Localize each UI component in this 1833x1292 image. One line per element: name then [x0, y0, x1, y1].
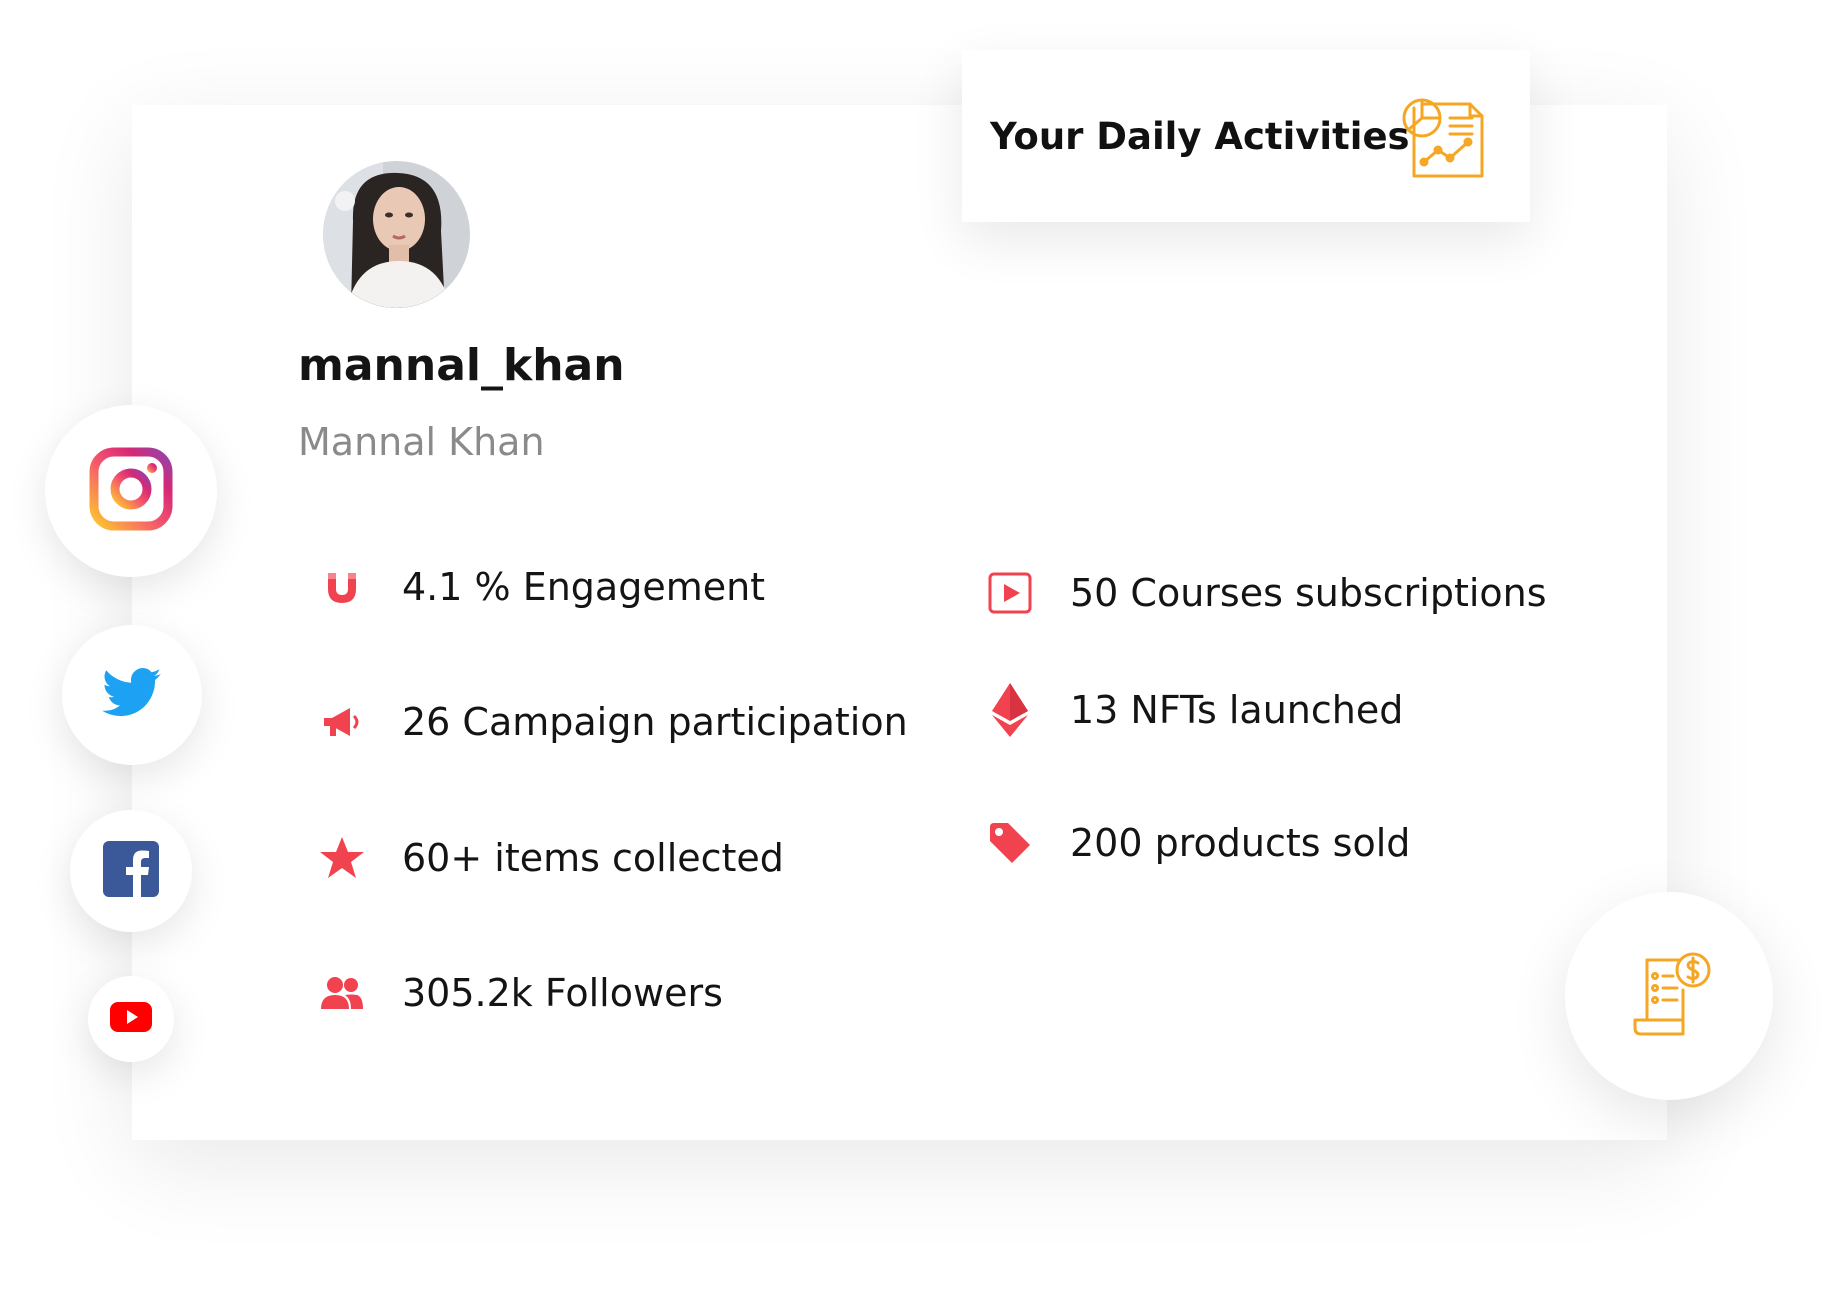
stat-engagement: 4.1 % Engagement	[314, 559, 765, 615]
facebook-button[interactable]	[70, 810, 192, 932]
daily-activities-card[interactable]: Your Daily Activities	[962, 50, 1530, 222]
report-chart-icon	[1394, 88, 1490, 184]
stat-label: 26 Campaign participation	[402, 700, 908, 744]
youtube-button[interactable]	[88, 976, 174, 1062]
stat-products: 200 products sold	[982, 815, 1410, 871]
stat-label: 50 Courses subscriptions	[1070, 571, 1547, 615]
instagram-button[interactable]	[45, 405, 217, 577]
youtube-icon	[110, 1002, 152, 1036]
stat-label: 13 NFTs launched	[1070, 688, 1404, 732]
play-icon	[982, 565, 1038, 621]
receipt-dollar-icon	[1621, 946, 1717, 1046]
tag-icon	[982, 815, 1038, 871]
megaphone-icon	[314, 694, 370, 750]
stat-label: 4.1 % Engagement	[402, 565, 766, 609]
star-icon	[314, 830, 370, 886]
stat-label: 60+ items collected	[402, 836, 784, 880]
ethereum-icon	[982, 682, 1038, 738]
full-name: Mannal Khan	[298, 420, 545, 464]
users-icon	[314, 965, 370, 1021]
stat-label: 305.2k Followers	[402, 971, 723, 1015]
avatar[interactable]	[323, 161, 470, 308]
stat-items: 60+ items collected	[314, 830, 784, 886]
magnet-icon	[314, 559, 370, 615]
receipt-button[interactable]	[1565, 892, 1773, 1100]
facebook-icon	[103, 841, 159, 901]
stat-nfts: 13 NFTs launched	[982, 682, 1403, 738]
daily-activities-title: Your Daily Activities	[990, 114, 1410, 158]
stat-courses: 50 Courses subscriptions	[982, 565, 1547, 621]
username: mannal_khan	[298, 340, 625, 391]
stat-followers: 305.2k Followers	[314, 965, 723, 1021]
stat-label: 200 products sold	[1070, 821, 1411, 865]
twitter-button[interactable]	[62, 625, 202, 765]
instagram-icon	[89, 447, 173, 535]
stat-campaign: 26 Campaign participation	[314, 694, 908, 750]
twitter-icon	[101, 668, 163, 722]
